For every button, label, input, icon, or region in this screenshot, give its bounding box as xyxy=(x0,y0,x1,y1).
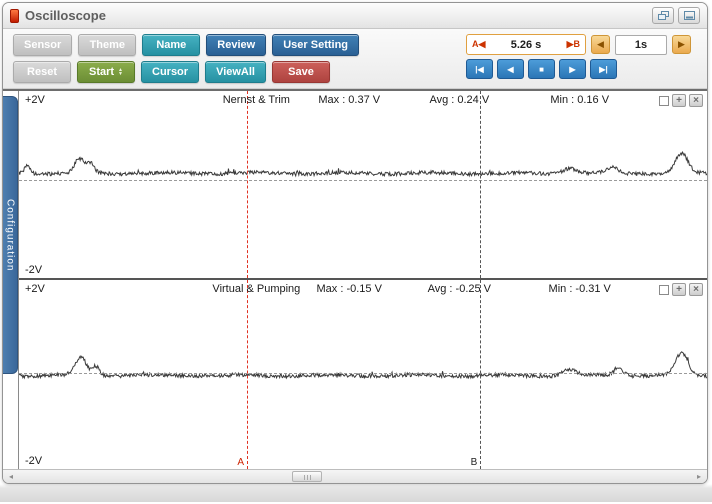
window-controls xyxy=(652,7,700,24)
channel-panel-virtual: +2V Virtual & Pumping Max : -0.15 V Avg … xyxy=(19,280,707,469)
cursor-b-marker: ▶B xyxy=(566,39,580,49)
timebase-input[interactable] xyxy=(615,34,667,55)
cursor-button[interactable]: Cursor xyxy=(141,61,200,83)
start-stepper-icon[interactable]: ▲ ▼ xyxy=(118,68,123,77)
waveform-nernst xyxy=(19,91,707,278)
ab-time-readout: A◀ 5.26 s ▶B xyxy=(466,34,586,55)
scrollbar-thumb[interactable] xyxy=(291,471,322,482)
stop-icon: ■ xyxy=(539,64,544,74)
top-voltage-label: +2V xyxy=(25,94,45,106)
configuration-tab[interactable]: Configuration xyxy=(3,96,18,374)
sensor-button[interactable]: Sensor xyxy=(13,34,73,56)
min-value: Min : 0.16 V xyxy=(550,94,610,106)
cursor-a-label: A xyxy=(237,457,245,468)
avg-value: Avg : 0.24 V xyxy=(429,94,490,106)
channel-visible-checkbox[interactable] xyxy=(659,284,669,295)
channel-name: Virtual & Pumping xyxy=(212,283,301,295)
arrow-right-icon: ▶ xyxy=(678,39,685,49)
stop-button[interactable]: ■ xyxy=(528,59,555,79)
cursor-a-line[interactable] xyxy=(246,91,248,278)
channel-name: Nernst & Trim xyxy=(222,94,290,106)
timebase-increase-button[interactable]: ▶ xyxy=(672,35,691,54)
toolbar: Sensor Theme Name Review User Setting Re… xyxy=(3,29,707,89)
play-icon: ▶ xyxy=(569,64,576,74)
channel-panels: +2V Nernst & Trim Max : 0.37 V Avg : 0.2… xyxy=(18,91,707,469)
configuration-tab-label: Configuration xyxy=(4,198,16,272)
min-value: Min : -0.31 V xyxy=(548,283,611,295)
start-button-label: Start xyxy=(88,66,115,78)
arrow-left-icon: ◀ xyxy=(597,39,604,49)
waveform-virtual xyxy=(19,280,707,469)
window-minimize-button[interactable] xyxy=(678,7,700,24)
readout-row: A◀ 5.26 s ▶B ◀ ▶ xyxy=(466,34,691,55)
name-button[interactable]: Name xyxy=(142,34,201,56)
start-button[interactable]: Start ▲ ▼ xyxy=(77,61,135,83)
chart-area: Configuration +2V Nernst & Trim Max : 0.… xyxy=(3,89,707,469)
play-button[interactable]: ▶ xyxy=(559,59,586,79)
expand-button[interactable]: + xyxy=(672,283,686,296)
horizontal-scrollbar[interactable]: ◂ ▸ xyxy=(3,469,707,483)
panel-controls: + × xyxy=(659,283,703,296)
top-voltage-label: +2V xyxy=(25,283,45,295)
close-icon: × xyxy=(693,283,699,295)
playback-controls: |◀ ◀ ■ ▶ ▶| xyxy=(466,59,691,79)
bottom-voltage-label: -2V xyxy=(25,264,43,276)
titlebar[interactable]: Oscilloscope xyxy=(3,3,707,29)
cursor-a-line[interactable] xyxy=(246,280,248,469)
close-button[interactable]: × xyxy=(689,94,703,107)
step-back-button[interactable]: ◀ xyxy=(497,59,524,79)
skip-to-start-button[interactable]: |◀ xyxy=(466,59,493,79)
scroll-left-icon[interactable]: ◂ xyxy=(5,470,17,483)
time-controls: A◀ 5.26 s ▶B ◀ ▶ |◀ ◀ ■ ▶ ▶| xyxy=(466,34,691,79)
restore-icon xyxy=(657,11,669,20)
max-value: Max : 0.37 V xyxy=(318,94,381,106)
window-title: Oscilloscope xyxy=(25,8,106,23)
save-button[interactable]: Save xyxy=(272,61,330,83)
close-button[interactable]: × xyxy=(689,283,703,296)
minimize-icon xyxy=(683,11,695,20)
panel-controls: + × xyxy=(659,94,703,107)
max-value: Max : -0.15 V xyxy=(316,283,382,295)
skip-to-end-button[interactable]: ▶| xyxy=(590,59,617,79)
scroll-right-icon[interactable]: ▸ xyxy=(693,470,705,483)
reference-line xyxy=(19,179,707,181)
plus-icon: + xyxy=(676,94,682,106)
cursor-b-label: B xyxy=(470,457,478,468)
expand-button[interactable]: + xyxy=(672,94,686,107)
ab-time-value: 5.26 s xyxy=(510,38,542,51)
step-back-icon: ◀ xyxy=(507,64,514,74)
close-icon: × xyxy=(693,94,699,106)
app-icon xyxy=(10,8,19,23)
bottom-voltage-label: -2V xyxy=(25,455,43,467)
user-setting-button[interactable]: User Setting xyxy=(272,34,360,56)
avg-value: Avg : -0.25 V xyxy=(427,283,492,295)
cursor-a-marker: A◀ xyxy=(472,39,486,49)
stepper-down-icon: ▼ xyxy=(118,71,123,77)
skip-start-icon: |◀ xyxy=(475,64,484,74)
channel-panel-nernst: +2V Nernst & Trim Max : 0.37 V Avg : 0.2… xyxy=(19,91,707,280)
cursor-b-line[interactable] xyxy=(479,91,481,278)
viewall-button[interactable]: ViewAll xyxy=(205,61,266,83)
skip-end-icon: ▶| xyxy=(599,64,608,74)
reset-button[interactable]: Reset xyxy=(13,61,71,83)
plus-icon: + xyxy=(676,283,682,295)
theme-button[interactable]: Theme xyxy=(78,34,137,56)
channel-visible-checkbox[interactable] xyxy=(659,95,669,106)
reference-line xyxy=(19,372,707,374)
timebase-decrease-button[interactable]: ◀ xyxy=(591,35,610,54)
oscilloscope-window: Oscilloscope Sensor Theme Name Review Us… xyxy=(2,2,708,484)
cursor-b-line[interactable] xyxy=(479,280,481,469)
window-restore-button[interactable] xyxy=(652,7,674,24)
review-button[interactable]: Review xyxy=(206,34,267,56)
